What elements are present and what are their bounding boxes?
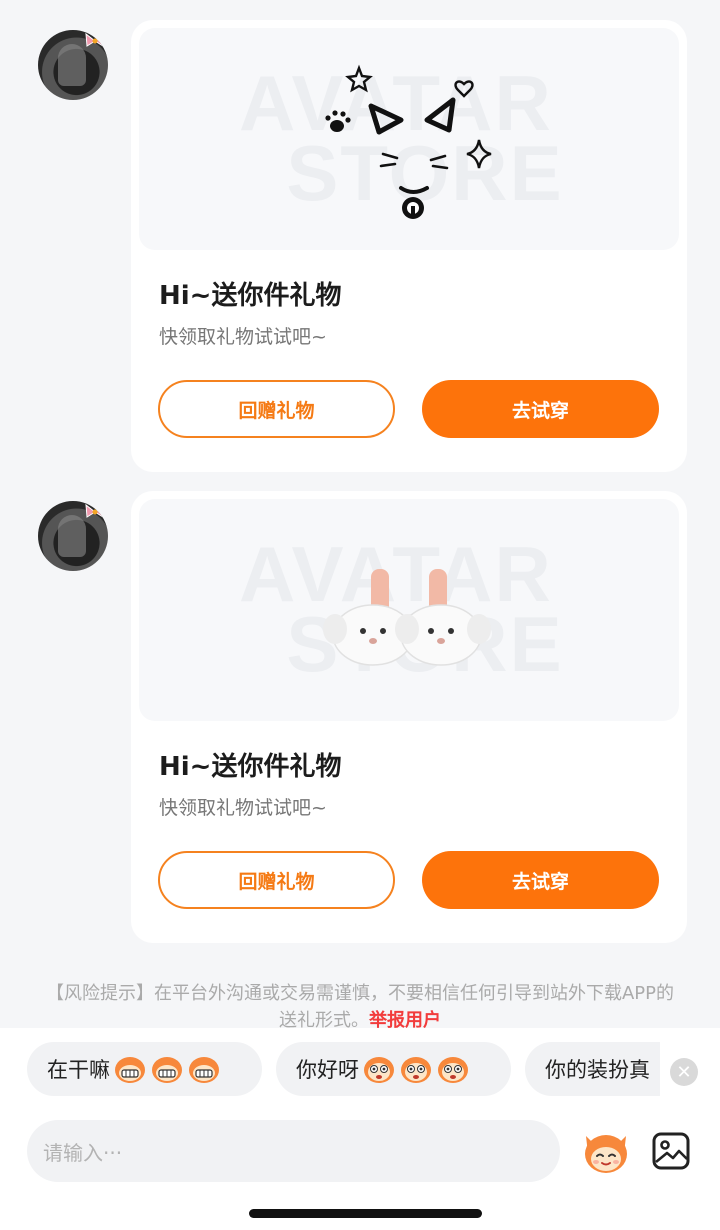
quick-reply-text: 在干嘛 (47, 1058, 110, 1082)
quick-reply-text: 你的装扮真 (545, 1058, 650, 1082)
quick-reply-chip[interactable]: 在干嘛 (27, 1042, 262, 1096)
gift-image[interactable]: AVATAR STORE (139, 499, 679, 721)
card-subtitle: 快领取礼物试试吧~ (159, 326, 327, 348)
bow-decoration-icon (85, 32, 105, 47)
monkey-mascot-emoji-icon (438, 1057, 468, 1083)
grinning-mascot-emoji-icon (115, 1057, 145, 1083)
quick-reply-chip[interactable]: 你的装扮真 (525, 1042, 660, 1096)
quick-reply-text: 你好呀 (296, 1058, 359, 1082)
monkey-mascot-emoji-icon (364, 1057, 394, 1083)
quick-reply-row: 在干嘛 你好呀 你的装扮真 (0, 1042, 660, 1098)
plush-slippers-icon (323, 569, 491, 666)
try-on-button[interactable]: 去试穿 (422, 851, 659, 909)
avatar[interactable] (38, 30, 108, 100)
avatar[interactable] (38, 501, 108, 571)
gift-card: AVATAR STORE (131, 491, 687, 943)
card-title: Hi~送你件礼物 (159, 752, 342, 782)
image-icon[interactable] (652, 1132, 690, 1170)
mascot-emoji-icon[interactable] (580, 1126, 632, 1178)
risk-notice-text: 【风险提示】在平台外沟通或交易需谨慎，不要相信任何引导到站外下载APP的送礼形式… (45, 983, 675, 1031)
close-icon: ✕ (676, 1061, 692, 1083)
cat-face-sticker-icon (325, 64, 492, 219)
close-quick-replies-button[interactable]: ✕ (670, 1058, 698, 1086)
monkey-mascot-emoji-icon (401, 1057, 431, 1083)
bottom-bar: 在干嘛 你好呀 你的装扮真 ✕ 请输入··· (0, 1028, 720, 1230)
gift-card: AVATAR STORE (131, 20, 687, 472)
card-subtitle: 快领取礼物试试吧~ (159, 797, 327, 819)
risk-notice: 【风险提示】在平台外沟通或交易需谨慎，不要相信任何引导到站外下载APP的送礼形式… (40, 980, 680, 1034)
home-indicator[interactable] (249, 1209, 482, 1218)
grinning-mascot-emoji-icon (189, 1057, 219, 1083)
return-gift-button[interactable]: 回赠礼物 (158, 851, 395, 909)
try-on-button[interactable]: 去试穿 (422, 380, 659, 438)
bow-decoration-icon (85, 503, 105, 518)
chat-area: AVATAR STORE Hi~送你件礼物 快领取礼物试试吧~ 回赠礼物 去试穿… (0, 0, 720, 1031)
grinning-mascot-emoji-icon (152, 1057, 182, 1083)
quick-reply-chip[interactable]: 你好呀 (276, 1042, 511, 1096)
card-title: Hi~送你件礼物 (159, 281, 342, 311)
return-gift-button[interactable]: 回赠礼物 (158, 380, 395, 438)
gift-image[interactable]: AVATAR STORE (139, 28, 679, 250)
message-input[interactable]: 请输入··· (27, 1120, 560, 1182)
